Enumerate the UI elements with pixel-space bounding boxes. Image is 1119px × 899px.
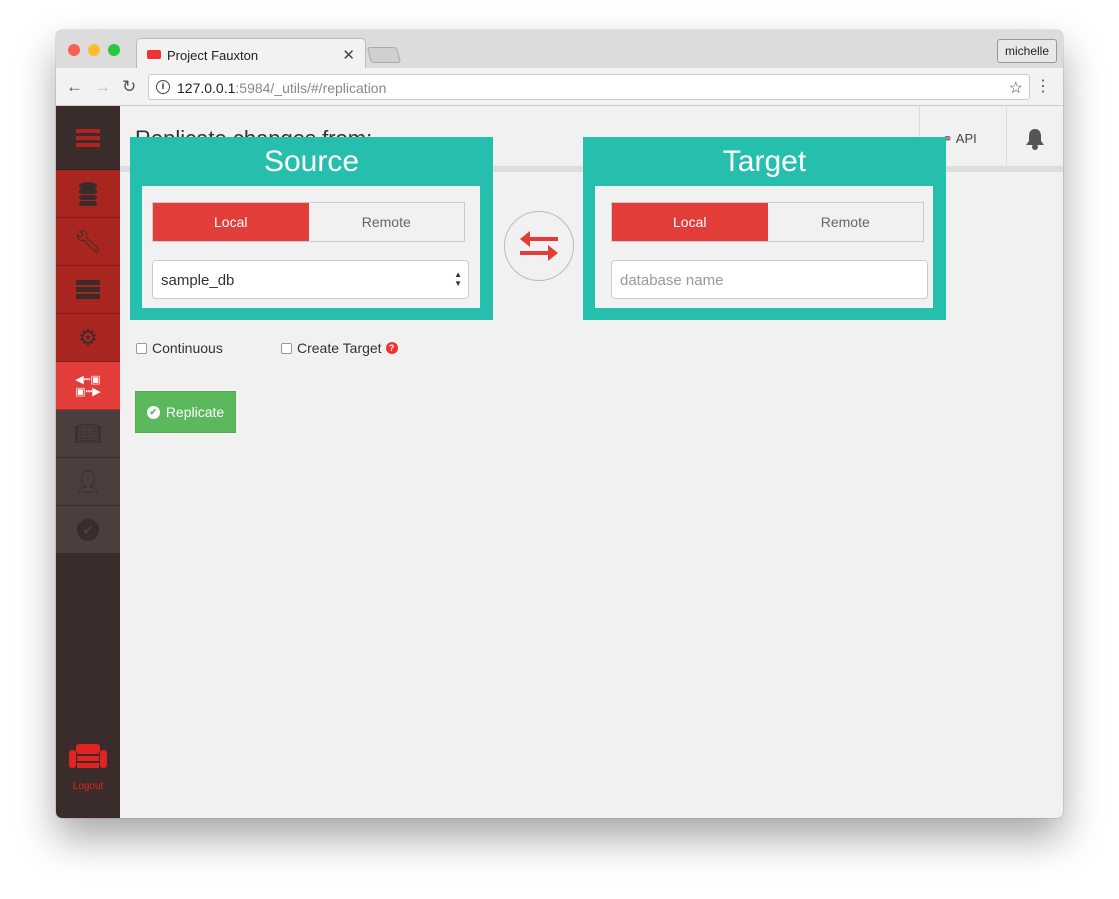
continuous-checkbox[interactable]: Continuous: [136, 340, 223, 356]
notifications-button[interactable]: [1006, 106, 1063, 172]
database-icon: [79, 181, 97, 206]
replicate-label: Replicate: [165, 404, 225, 420]
replication-icon: ◀┅▣ ▣┅▶: [75, 373, 101, 398]
back-icon[interactable]: ←: [66, 77, 83, 97]
couchdb-logo-icon: [69, 744, 107, 768]
couch-favicon-icon: [147, 50, 161, 59]
api-label: API: [955, 131, 977, 146]
url-host: 127.0.0.1: [177, 80, 236, 96]
info-icon[interactable]: i: [156, 80, 170, 94]
check-circle-icon: ✔: [77, 518, 99, 541]
sidebar-item-config[interactable]: ⚙: [56, 314, 120, 362]
source-type-toggle: Local Remote: [152, 202, 465, 242]
hamburger-menu-icon[interactable]: [56, 106, 120, 170]
new-tab-button[interactable]: [366, 47, 402, 63]
bell-icon: [1026, 129, 1044, 150]
target-type-toggle: Local Remote: [611, 202, 924, 242]
target-database-placeholder: database name: [620, 272, 724, 289]
target-heading: Target: [722, 145, 807, 178]
sidebar-item-documentation[interactable]: 📖︎: [56, 410, 120, 458]
maximize-window-button[interactable]: [108, 44, 120, 56]
user-icon: 👤︎: [74, 468, 102, 494]
tab-title: Project Fauxton: [167, 48, 259, 63]
close-window-button[interactable]: [68, 44, 80, 56]
browser-tab[interactable]: Project Fauxton ✕: [136, 38, 366, 69]
help-question-icon[interactable]: ?: [385, 342, 398, 354]
title-bar: Project Fauxton ✕ michelle: [56, 30, 1063, 69]
url-input[interactable]: i 127.0.0.1:5984/_utils/#/replication ☆: [148, 74, 1030, 100]
select-arrows-icon: ▲ ▼: [454, 270, 462, 288]
profile-button[interactable]: michelle: [996, 39, 1057, 63]
continuous-label: Continuous: [152, 340, 223, 356]
wrench-icon: 🔧︎: [74, 228, 102, 254]
browser-menu-icon[interactable]: ⋮: [1035, 76, 1051, 96]
sidebar-item-databases[interactable]: [56, 170, 120, 218]
target-local-button[interactable]: Local: [612, 203, 768, 241]
source-local-button[interactable]: Local: [153, 203, 309, 241]
source-remote-button[interactable]: Remote: [308, 203, 464, 241]
source-panel: Source Local Remote sample_db ▲ ▼: [130, 137, 493, 320]
reload-icon[interactable]: ↻: [122, 77, 136, 97]
sidebar: 🔧︎ ⚙ ◀┅▣ ▣┅▶ 📖︎ 👤︎ ✔ Logout: [56, 106, 120, 818]
checkbox-box[interactable]: [136, 342, 147, 354]
gear-icon: ⚙: [78, 324, 98, 350]
logout-link[interactable]: Logout: [56, 744, 120, 792]
address-bar-row: ← → ↻ i 127.0.0.1:5984/_utils/#/replicat…: [56, 68, 1063, 106]
url-path: :5984/_utils/#/replication: [235, 80, 387, 96]
swap-source-target-button[interactable]: [504, 211, 574, 281]
minimize-window-button[interactable]: [88, 44, 100, 56]
target-panel: Target Local Remote database name: [583, 137, 946, 320]
create-target-label: Create Target: [297, 340, 382, 356]
sidebar-item-verify[interactable]: ✔: [56, 506, 120, 554]
checkbox-box[interactable]: [281, 342, 292, 354]
sidebar-item-setup[interactable]: 🔧︎: [56, 218, 120, 266]
bookmark-star-icon[interactable]: ☆: [1009, 78, 1023, 98]
logout-label: Logout: [72, 781, 104, 792]
check-circle-icon: ✔: [146, 405, 160, 419]
sidebar-item-replication[interactable]: ◀┅▣ ▣┅▶: [56, 362, 120, 410]
source-heading: Source: [263, 145, 360, 178]
book-icon: 📖︎: [74, 420, 102, 446]
create-target-checkbox[interactable]: Create Target?: [281, 340, 398, 356]
target-remote-button[interactable]: Remote: [767, 203, 923, 241]
forward-icon[interactable]: →: [94, 77, 111, 97]
target-database-input[interactable]: database name: [611, 260, 928, 299]
close-tab-icon[interactable]: ✕: [342, 46, 355, 64]
sidebar-item-active-tasks[interactable]: [56, 266, 120, 314]
sidebar-item-user[interactable]: 👤︎: [56, 458, 120, 506]
source-database-value: sample_db: [161, 272, 235, 289]
source-database-select[interactable]: sample_db ▲ ▼: [152, 260, 469, 299]
replicate-button[interactable]: ✔ Replicate: [135, 391, 236, 433]
swap-arrows-icon: [520, 231, 558, 261]
list-icon: [76, 279, 100, 299]
